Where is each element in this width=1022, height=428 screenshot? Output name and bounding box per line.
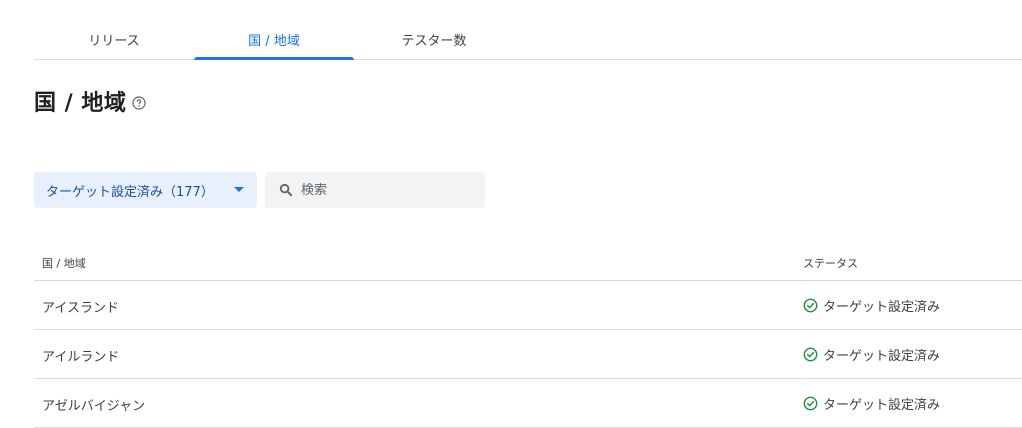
tab-releases[interactable]: リリース xyxy=(34,20,194,59)
check-circle-icon xyxy=(803,298,818,313)
search-input[interactable] xyxy=(301,182,471,198)
table-header: 国 / 地域 ステータス xyxy=(34,244,1022,281)
tab-testers[interactable]: テスター数 xyxy=(354,20,514,59)
search-field[interactable] xyxy=(265,172,485,208)
tab-bar: リリース 国 / 地域 テスター数 xyxy=(34,20,1022,60)
status-cell: ターゲット設定済み xyxy=(803,296,940,315)
search-icon xyxy=(279,183,293,197)
help-circle-icon[interactable] xyxy=(132,96,146,110)
title-row: 国 / 地域 xyxy=(34,86,146,116)
countries-table: 国 / 地域 ステータス アイスランド ターゲット設定済み アイルランド ターゲ… xyxy=(34,244,1022,428)
country-name: アゼルバイジャン xyxy=(42,399,146,414)
check-circle-icon xyxy=(803,396,818,411)
dropdown-arrow-icon xyxy=(234,187,244,192)
target-filter-dropdown[interactable]: ターゲット設定済み（177） xyxy=(34,172,257,208)
status-text: ターゲット設定済み xyxy=(823,300,941,315)
check-circle-icon xyxy=(803,347,818,362)
status-cell: ターゲット設定済み xyxy=(803,394,940,413)
page-title: 国 / 地域 xyxy=(34,91,127,116)
country-name: アイスランド xyxy=(42,301,119,316)
column-header-country[interactable]: 国 / 地域 xyxy=(42,255,86,271)
tab-label: テスター数 xyxy=(401,34,467,49)
column-header-status[interactable]: ステータス xyxy=(803,255,858,271)
table-row[interactable]: アイスランド ターゲット設定済み xyxy=(34,281,1022,330)
table-row[interactable]: アゼルバイジャン ターゲット設定済み xyxy=(34,379,1022,428)
status-text: ターゲット設定済み xyxy=(823,349,941,364)
tab-label: 国 / 地域 xyxy=(248,34,300,49)
country-name: アイルランド xyxy=(42,350,120,365)
filter-label: ターゲット設定済み（177） xyxy=(46,184,214,200)
tab-countries-regions[interactable]: 国 / 地域 xyxy=(194,20,354,60)
tab-label: リリース xyxy=(88,34,140,49)
table-row[interactable]: アイルランド ターゲット設定済み xyxy=(34,330,1022,379)
status-text: ターゲット設定済み xyxy=(823,398,941,413)
status-cell: ターゲット設定済み xyxy=(803,345,940,364)
